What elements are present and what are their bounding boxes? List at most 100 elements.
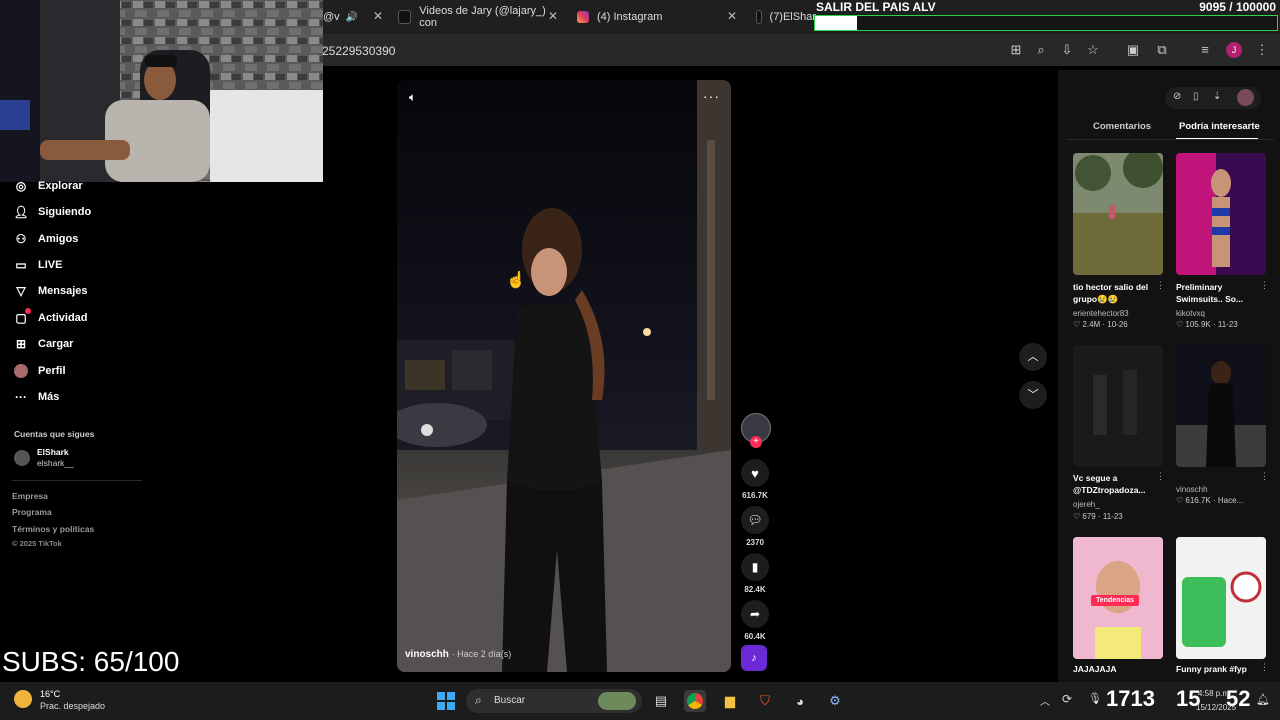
follow-plus-icon[interactable]: + [750,436,762,448]
video-title-3[interactable]: Vc segue a @TDZtropadoza... [1073,472,1167,496]
panel-toolbar: ⊘ ▯ ⇣ [1165,87,1261,109]
more-icon: ··· [15,390,27,404]
video-user-1[interactable]: erientehector83 [1073,309,1129,318]
sidebar-item-explorar[interactable]: ◎ Explorar [14,179,83,193]
video-author[interactable]: vinoschh [405,649,449,660]
chevron-up-icon[interactable]: ︿ [1040,693,1050,708]
translate-icon[interactable]: ⊞ [1008,42,1024,58]
sidebar-item-perfil[interactable]: Perfil [14,364,66,378]
sidebar-item-amigos[interactable]: ⚇ Amigos [14,232,79,246]
tab-podria-interesarte[interactable]: Podría interesarte [1179,121,1260,132]
chevron-down-icon: ﹀ [1027,389,1039,401]
sidebar-item-live[interactable]: ▭ LIVE [14,258,62,272]
share-button[interactable]: ➦ [741,600,769,628]
video-title-1[interactable]: tio hector salio del grupo😢😢 [1073,281,1167,305]
video-title-5[interactable]: JAJAJAJA [1073,663,1167,675]
account-name: ElShark [37,447,69,457]
video-thumb-2[interactable] [1176,153,1266,275]
video-age: · Hace 2 día(s) [451,649,512,659]
tab-comentarios[interactable]: Comentarios [1093,121,1151,132]
cursor-hand-icon: ☝ [506,272,526,289]
more-icon[interactable]: ⋮ [1260,280,1269,291]
video-thumb-5[interactable]: Tendencias [1073,537,1163,659]
discord-icon[interactable]: ◕ [789,690,811,712]
task-view-icon[interactable]: ▤ [650,690,672,712]
taskbar-search[interactable]: ⌕ Buscar [466,689,642,713]
comment-button[interactable]: 💬︎ [741,506,769,534]
next-video-button[interactable]: ﹀ [1019,381,1047,409]
notification-icon[interactable]: 🔔︎ [1256,693,1270,706]
screenshot-icon[interactable]: ▣ [1125,42,1141,58]
weather-desc[interactable]: Prac. despejado [40,701,105,711]
volume-icon[interactable]: 🔈︎ [409,90,416,105]
video-player[interactable]: 🔈︎ ··· vinoschh · Hace 2 día(s) [397,80,731,672]
user-avatar[interactable] [1237,89,1254,106]
close-tab-icon[interactable]: ✕ [548,9,558,23]
sidebar-item-label: Actividad [38,312,88,324]
tab-3-label: (4) Instagram [597,11,663,23]
more-icon[interactable]: ⋮ [1156,280,1165,291]
music-disc-button[interactable]: ♪ [741,645,767,671]
windows-icon [437,692,455,710]
previous-video-button[interactable]: ︿ [1019,343,1047,371]
bookmark-star-icon[interactable]: ☆ [1085,42,1101,58]
tab-4[interactable]: (7)ElShar [756,4,816,30]
sync-icon[interactable]: ⟳ [1062,692,1072,706]
more-icon[interactable]: ⋮ [1260,471,1269,482]
start-button[interactable] [435,690,457,712]
sidebar-item-actividad[interactable]: ▢ Actividad [14,308,88,325]
video-thumb-3[interactable] [1073,345,1163,467]
video-user-2[interactable]: kikotvxq [1176,309,1205,318]
thumb-image [1176,345,1266,467]
goal-overlay: SALIR DEL PAIS ALV 9095 / 100000 [812,0,1280,34]
close-tab-icon[interactable]: ✕ [727,9,737,23]
footer-copyright: © 2025 TikTok [12,539,62,548]
file-explorer-icon[interactable]: ▆ [719,690,741,712]
device-icon[interactable]: ▯ [1193,91,1199,102]
install-icon[interactable]: ⇩ [1059,42,1075,58]
video-title-2[interactable]: Preliminary Swimsuits.. So... [1176,281,1270,305]
video-thumb-1[interactable] [1073,153,1163,275]
steam-icon[interactable]: ⚙ [824,690,846,712]
search-icon: ⌕ [475,693,482,707]
footer-programa[interactable]: Programa [12,507,52,517]
video-thumb-6[interactable] [1176,537,1266,659]
zoom-icon[interactable]: ⌕ [1033,42,1049,58]
save-button[interactable]: ▮ [741,553,769,581]
friends-icon: ⚇ [15,232,27,246]
mic-icon[interactable]: 🎙︎ [1088,692,1102,705]
video-thumb-4[interactable] [1176,345,1266,467]
chrome-icon[interactable] [684,690,706,712]
footer-terminos[interactable]: Términos y políticas [12,524,94,534]
footer-empresa[interactable]: Empresa [12,491,48,501]
media-icon[interactable]: ≡ [1197,42,1213,58]
menu-kebab-icon[interactable]: ⋮ [1254,42,1270,58]
extensions-icon[interactable]: ⧉ [1154,42,1170,58]
weather-icon[interactable] [14,690,32,708]
sidebar-item-mas[interactable]: ··· Más [14,390,59,404]
video-user-3[interactable]: ojereh_ [1073,500,1100,509]
close-tab-icon[interactable]: ✕ [373,9,383,23]
more-icon[interactable]: ⋮ [1260,662,1269,673]
brave-icon[interactable]: ⛉ [754,690,776,712]
video-user-4[interactable]: vinoschh [1176,485,1208,494]
tab-2[interactable]: Videos de Jary (@lajary_) con ✕ [398,4,558,30]
thumb-image [1176,153,1266,275]
profile-avatar-icon[interactable]: J [1226,42,1242,58]
video-title-6[interactable]: Funny prank #fyp [1176,663,1270,675]
tab-3[interactable]: (4) Instagram ✕ [577,4,737,30]
settings-icon[interactable]: ⊘ [1173,91,1181,102]
tab-1[interactable]: @v 🔊 ✕ [323,4,383,30]
more-icon[interactable]: ⋮ [1156,471,1165,482]
like-button[interactable]: ♥ [741,459,769,487]
sidebar-item-mensajes[interactable]: ▽ Mensajes [14,284,87,298]
sidebar-item-siguiendo[interactable]: 👤︎ Siguiendo [13,205,91,219]
url-text[interactable]: 25229530390 [322,44,395,58]
weather-temp[interactable]: 16°C [40,689,60,699]
overlay-counter-a: 1713 [1106,686,1155,711]
sidebar-item-cargar[interactable]: ⊞ Cargar [14,337,74,351]
more-options-icon[interactable]: ··· [703,88,720,104]
video-caption: vinoschh · Hace 2 día(s) [405,649,511,660]
following-account[interactable]: ElShark elshark__ [14,446,134,470]
download-icon[interactable]: ⇣ [1213,91,1221,102]
